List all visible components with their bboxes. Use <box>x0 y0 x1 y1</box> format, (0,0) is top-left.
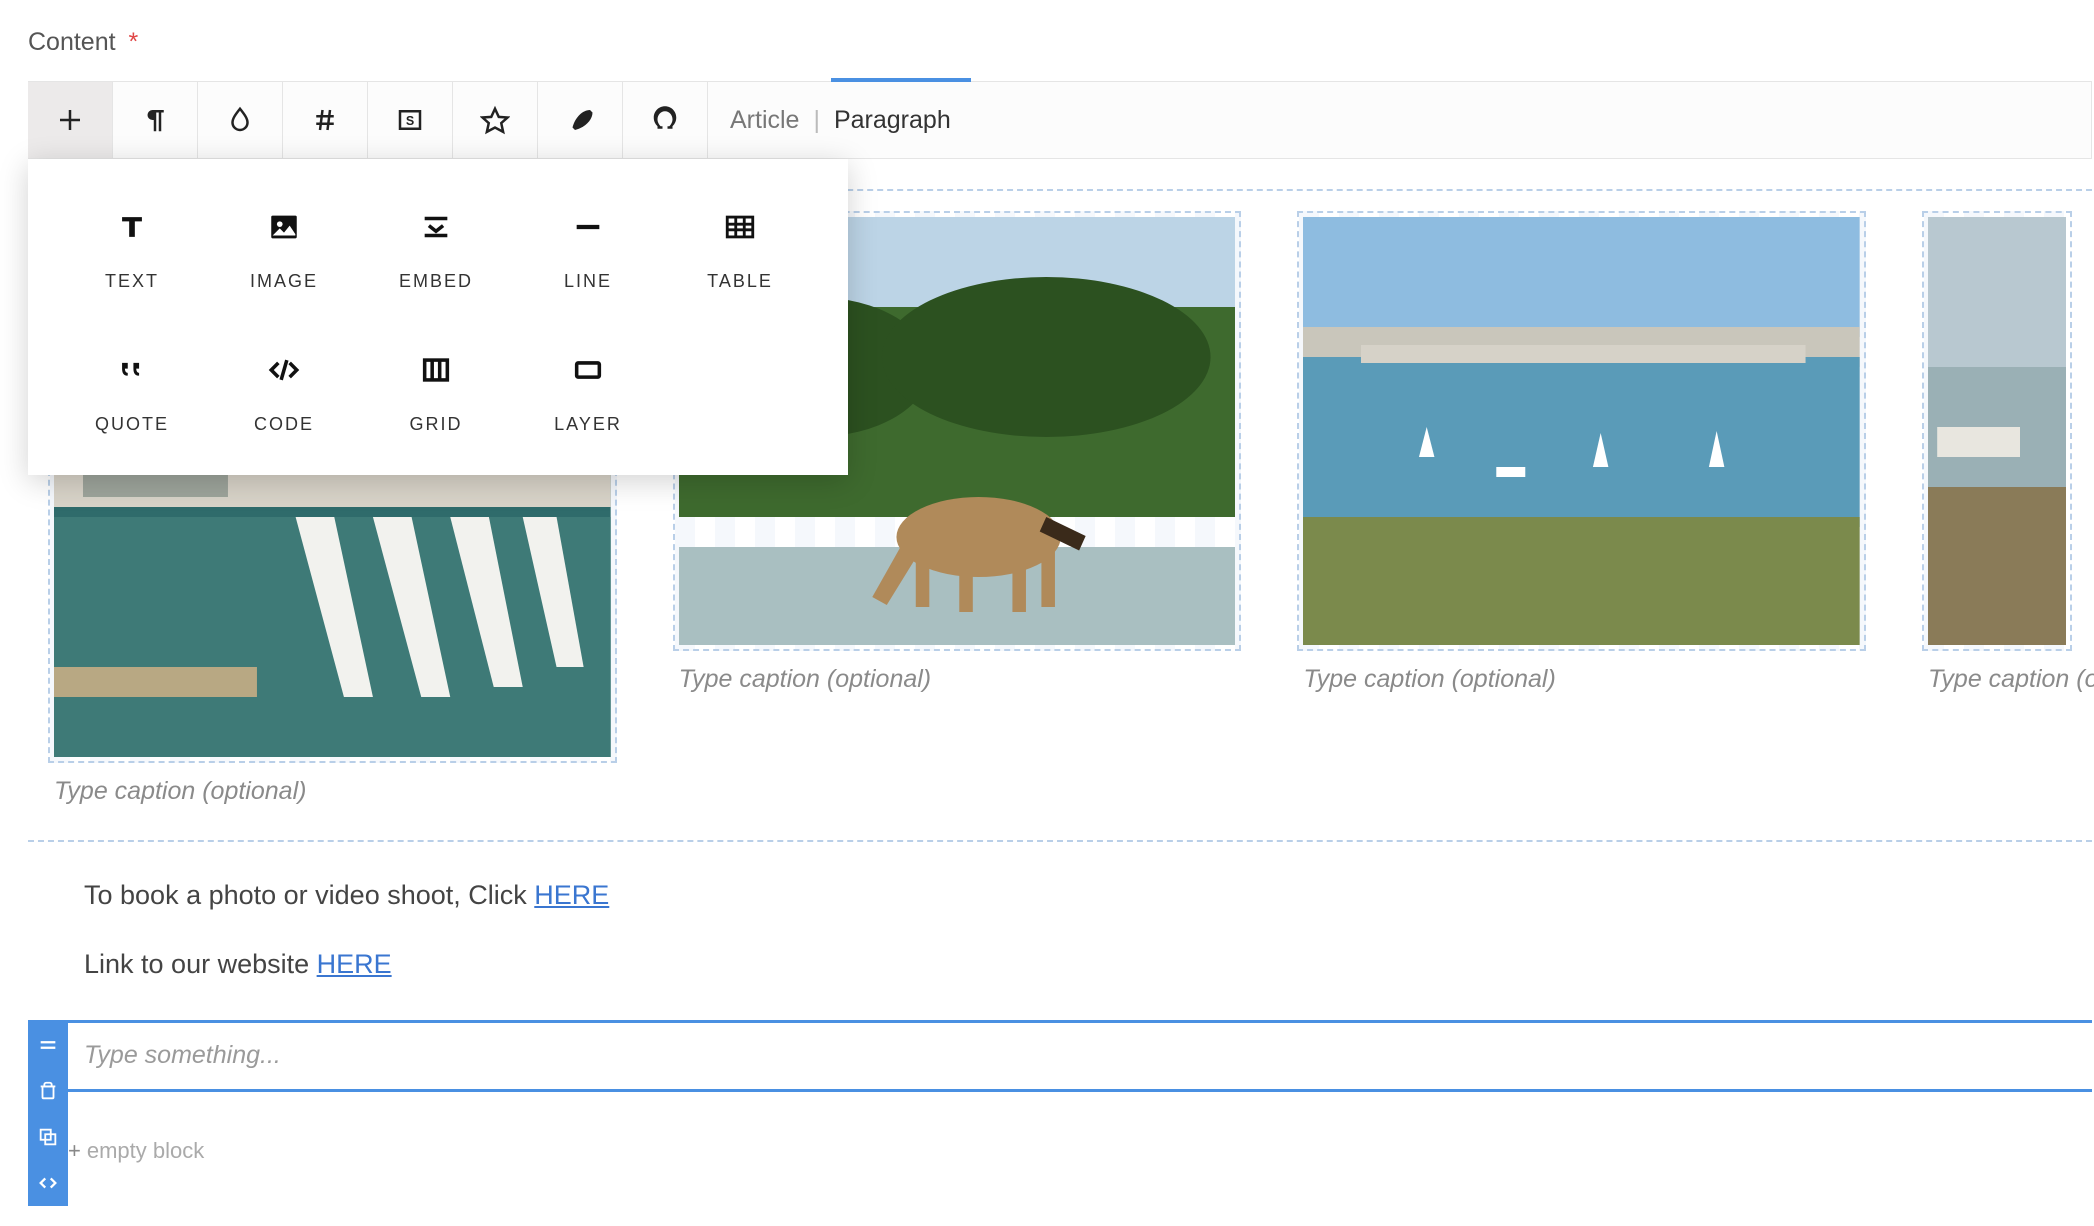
add-block-popover: TEXT IMAGE EMBED LINE TABLE <box>28 159 848 475</box>
empty-block-plus-icon: + <box>68 1138 81 1163</box>
gallery-image[interactable] <box>1303 217 1860 645</box>
active-block-placeholder[interactable]: Type something... <box>84 1041 2092 1070</box>
grid-icon <box>419 353 453 387</box>
omega-icon <box>650 105 680 135</box>
line-icon <box>571 210 605 244</box>
active-text-block[interactable]: Type something... <box>28 1020 2092 1092</box>
quote-icon <box>115 353 149 387</box>
trash-icon <box>37 1080 59 1102</box>
star-icon <box>480 105 510 135</box>
toolbar-add-button[interactable] <box>28 82 113 158</box>
popover-item-label: TABLE <box>664 271 816 292</box>
required-mark: * <box>129 28 139 56</box>
popover-item-label: TEXT <box>56 271 208 292</box>
toolbar-breadcrumb: Article | Paragraph <box>708 82 951 158</box>
gallery-item[interactable]: Type caption (optional) <box>1922 211 2072 810</box>
popover-item-label: QUOTE <box>56 414 208 435</box>
paragraph-book-prefix: To book a photo or video shoot, Click <box>84 880 534 910</box>
popover-item-label: GRID <box>360 414 512 435</box>
paragraph-website[interactable]: Link to our website HERE <box>84 949 2092 980</box>
popover-item-quote[interactable]: QUOTE <box>56 350 208 435</box>
popover-item-table[interactable]: TABLE <box>664 207 816 292</box>
toolbar-hash-button[interactable] <box>283 82 368 158</box>
popover-item-image[interactable]: IMAGE <box>208 207 360 292</box>
popover-item-line[interactable]: LINE <box>512 207 664 292</box>
block-duplicate-button[interactable] <box>28 1114 68 1160</box>
block-delete-button[interactable] <box>28 1068 68 1114</box>
block-side-tools <box>28 1022 68 1206</box>
popover-item-label: LAYER <box>512 414 664 435</box>
paragraph-website-prefix: Link to our website <box>84 949 317 979</box>
table-icon <box>723 210 757 244</box>
popover-item-grid[interactable]: GRID <box>360 350 512 435</box>
code-icon <box>267 353 301 387</box>
gallery-caption-input[interactable]: Type caption (optional) <box>1297 651 1866 698</box>
popover-item-label: LINE <box>512 271 664 292</box>
gallery-caption-input[interactable]: Type caption (optional) <box>1922 651 2072 698</box>
gallery-caption-input[interactable]: Type caption (optional) <box>48 763 617 810</box>
editor-toolbar: S Article | Paragraph <box>28 81 2092 159</box>
toolbar-paragraph-button[interactable] <box>113 82 198 158</box>
breadcrumb-current[interactable]: Paragraph <box>834 106 951 135</box>
pilcrow-icon <box>140 105 170 135</box>
plus-icon <box>55 105 85 135</box>
popover-item-layer[interactable]: LAYER <box>512 350 664 435</box>
field-label: Content * <box>28 28 2094 57</box>
link-website-here[interactable]: HERE <box>317 949 392 979</box>
feather-icon <box>565 105 595 135</box>
drop-icon <box>225 105 255 135</box>
code-brackets-icon <box>37 1172 59 1194</box>
breadcrumb-separator: | <box>813 106 820 135</box>
snippet-icon: S <box>395 105 425 135</box>
layer-icon <box>571 353 605 387</box>
breadcrumb-root[interactable]: Article <box>730 106 799 135</box>
empty-block-hint[interactable]: +empty block <box>68 1138 2092 1164</box>
toolbar-star-button[interactable] <box>453 82 538 158</box>
block-drag-handle[interactable] <box>28 1022 68 1068</box>
paragraph-book[interactable]: To book a photo or video shoot, Click HE… <box>84 880 2092 911</box>
toolbar-drop-button[interactable] <box>198 82 283 158</box>
popover-item-embed[interactable]: EMBED <box>360 207 512 292</box>
gallery-item[interactable]: Type caption (optional) <box>1297 211 1866 810</box>
toolbar-snippet-button[interactable]: S <box>368 82 453 158</box>
block-html-button[interactable] <box>28 1160 68 1206</box>
svg-text:S: S <box>406 114 414 128</box>
toolbar-omega-button[interactable] <box>623 82 708 158</box>
gallery-item-frame <box>1922 211 2072 651</box>
popover-item-label: IMAGE <box>208 271 360 292</box>
text-icon <box>115 210 149 244</box>
empty-block-label: empty block <box>87 1138 204 1163</box>
popover-item-code[interactable]: CODE <box>208 350 360 435</box>
gallery-item-frame <box>1297 211 1866 651</box>
editor-shell: S Article | Paragraph TEXT <box>28 81 2094 1164</box>
hash-icon <box>310 105 340 135</box>
image-icon <box>267 210 301 244</box>
popover-item-label: CODE <box>208 414 360 435</box>
field-label-text: Content <box>28 28 116 56</box>
duplicate-icon <box>37 1126 59 1148</box>
gallery-caption-input[interactable]: Type caption (optional) <box>673 651 1242 698</box>
popover-item-text[interactable]: TEXT <box>56 207 208 292</box>
link-book-here[interactable]: HERE <box>534 880 609 910</box>
gallery-image[interactable] <box>1928 217 2066 645</box>
embed-icon <box>419 210 453 244</box>
toolbar-feather-button[interactable] <box>538 82 623 158</box>
popover-item-label: EMBED <box>360 271 512 292</box>
drag-icon <box>37 1034 59 1056</box>
